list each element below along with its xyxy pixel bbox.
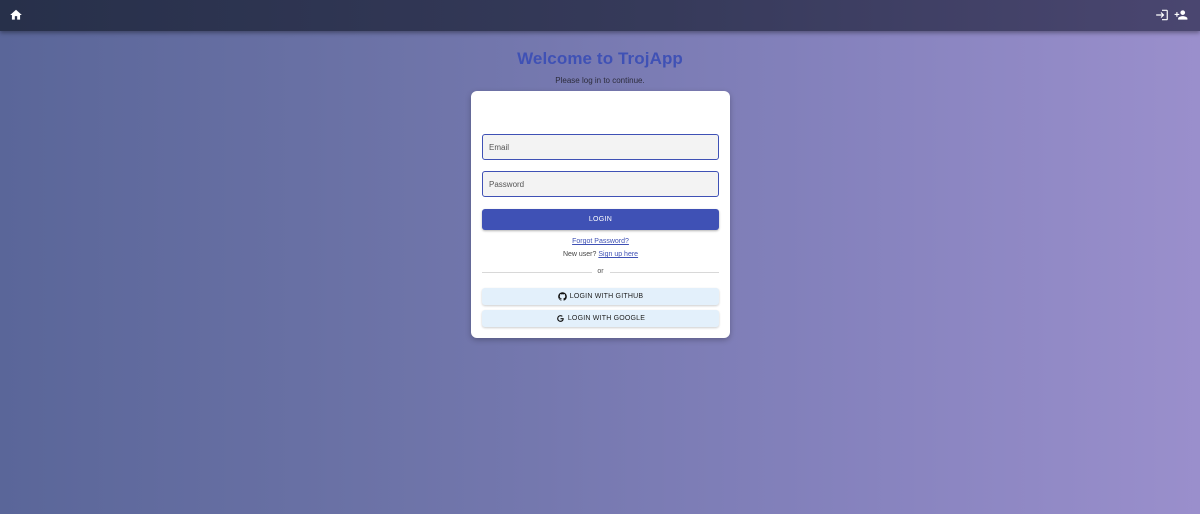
- signup-nav-button[interactable]: [1174, 8, 1188, 22]
- login-icon: [1156, 9, 1168, 21]
- welcome-title: Welcome to TrojApp: [517, 49, 683, 68]
- welcome-subtitle: Please log in to continue.: [555, 76, 645, 85]
- login-button[interactable]: LOGIN: [482, 209, 719, 230]
- home-button[interactable]: [9, 8, 23, 22]
- google-button-label: LOGIN WITH GOOGLE: [567, 315, 646, 322]
- login-card: LOGIN Forgot Password? New user? Sign up…: [471, 91, 730, 338]
- email-field[interactable]: [482, 134, 719, 160]
- person-add-icon: [1174, 10, 1188, 20]
- divider-right: [610, 272, 719, 273]
- login-with-github-button[interactable]: LOGIN WITH GITHUB: [482, 288, 719, 305]
- signup-link[interactable]: Sign up here: [598, 251, 638, 258]
- top-app-bar: [0, 0, 1200, 31]
- github-button-label: LOGIN WITH GITHUB: [569, 293, 644, 300]
- password-field[interactable]: [482, 171, 719, 197]
- login-with-google-button[interactable]: LOGIN WITH GOOGLE: [482, 310, 719, 327]
- login-nav-button[interactable]: [1155, 8, 1169, 22]
- new-user-text: New user?: [562, 251, 597, 258]
- github-icon: [557, 292, 567, 301]
- new-user-row: New user? Sign up here: [471, 251, 730, 258]
- forgot-password-link[interactable]: Forgot Password?: [471, 238, 730, 245]
- google-icon: [556, 315, 564, 322]
- home-icon: [10, 9, 22, 20]
